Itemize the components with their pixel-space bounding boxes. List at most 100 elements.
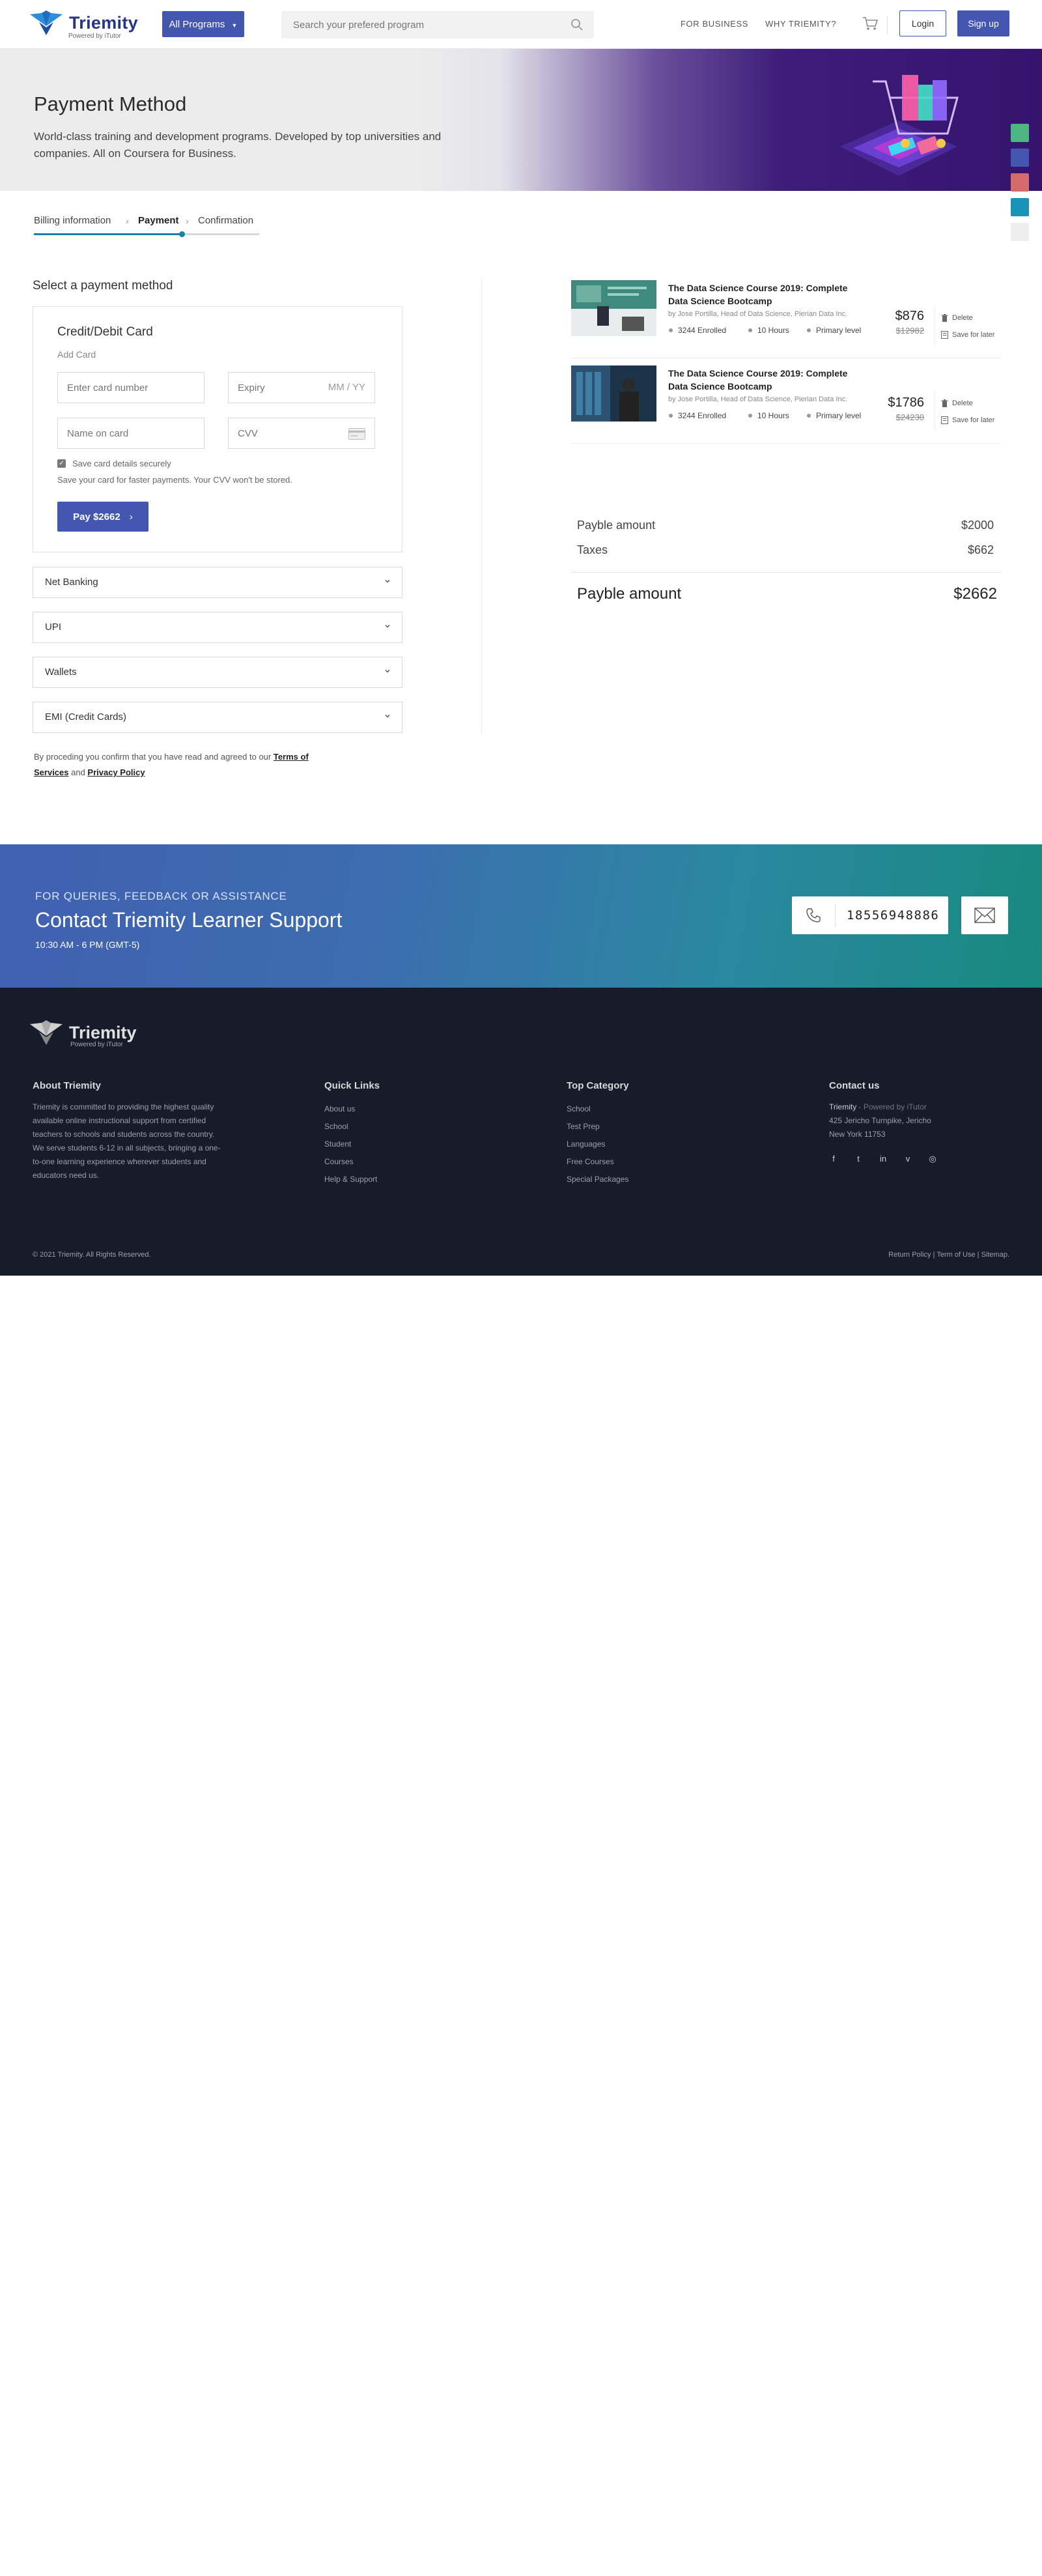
course-price: $876	[895, 309, 925, 323]
facebook-icon[interactable]: f	[829, 1154, 838, 1164]
save-card-label: Save card details securely	[72, 459, 171, 468]
course-level: Primary level	[807, 326, 861, 335]
swatch-blue[interactable]	[1011, 149, 1029, 167]
method-wallets[interactable]: Wallets	[33, 657, 402, 688]
support-email-button[interactable]	[961, 896, 1008, 934]
linkedin-icon[interactable]: in	[879, 1154, 888, 1164]
step-payment[interactable]: Payment	[138, 215, 179, 226]
copyright: © 2021 Triemity. All Rights Reserved.	[33, 1251, 151, 1259]
swatch-red[interactable]	[1011, 173, 1029, 192]
course-title[interactable]: The Data Science Course 2019: Complete D…	[668, 367, 857, 393]
footer-link-help[interactable]: Help & Support	[324, 1171, 380, 1188]
method-upi[interactable]: UPI	[33, 612, 402, 643]
course-price: $1786	[888, 395, 924, 410]
swatch-light[interactable]	[1011, 223, 1029, 241]
footer-cat-school[interactable]: School	[567, 1100, 629, 1118]
page-title: Payment Method	[34, 93, 187, 115]
course-thumbnail[interactable]	[571, 365, 656, 422]
swatch-teal[interactable]	[1011, 198, 1029, 216]
search-input[interactable]	[281, 11, 555, 38]
name-on-card-field[interactable]	[57, 418, 204, 449]
name-on-card-input[interactable]	[58, 418, 204, 448]
support-phone-button[interactable]: 18556948886	[792, 896, 948, 934]
footer-link-school[interactable]: School	[324, 1118, 380, 1136]
footer-cat-test-prep[interactable]: Test Prep	[567, 1118, 629, 1136]
taxes-label: Taxes	[577, 543, 608, 556]
login-button[interactable]: Login	[899, 10, 946, 36]
bookmark-icon	[941, 331, 948, 339]
chevron-down-icon	[385, 669, 390, 673]
chevron-right-icon: ›	[186, 216, 189, 226]
twitter-icon[interactable]: t	[854, 1154, 863, 1164]
footer-top-heading: Top Category	[567, 1080, 629, 1091]
course-level: Primary level	[807, 411, 861, 420]
signup-button[interactable]: Sign up	[957, 10, 1009, 36]
course-title[interactable]: The Data Science Course 2019: Complete D…	[668, 281, 857, 308]
delete-label: Delete	[952, 314, 973, 322]
instagram-icon[interactable]: ◎	[928, 1154, 937, 1164]
expiry-field[interactable]: MM / YY	[228, 372, 375, 403]
total-label: Payble amount	[577, 585, 682, 603]
card-icon	[348, 428, 365, 440]
vimeo-icon[interactable]: v	[903, 1154, 912, 1164]
card-number-field[interactable]	[57, 372, 204, 403]
method-emi[interactable]: EMI (Credit Cards)	[33, 702, 402, 733]
delete-button[interactable]: Delete	[941, 314, 973, 322]
cvv-field[interactable]	[228, 418, 375, 449]
step-billing[interactable]: Billing information	[34, 215, 111, 226]
support-kicker: FOR QUERIES, FEEDBACK OR ASSISTANCE	[35, 890, 287, 902]
steps-progress-dot	[178, 231, 185, 237]
save-later-label: Save for later	[952, 416, 995, 424]
cart-item: The Data Science Course 2019: Complete D…	[571, 280, 1001, 358]
swatch-green[interactable]	[1011, 124, 1029, 142]
contact-name: Triemity	[829, 1102, 857, 1111]
phone-divider	[835, 904, 836, 926]
payable-label: Payble amount	[577, 519, 656, 532]
chevron-down-icon	[385, 624, 390, 628]
enrolled-text: 3244 Enrolled	[678, 326, 727, 335]
method-label: Wallets	[45, 666, 77, 678]
save-for-later-button[interactable]: Save for later	[941, 331, 994, 339]
contact-powered: - Powered by iTutor	[856, 1102, 927, 1111]
site-footer: Triemity Powered by iTutor About Triemit…	[0, 988, 1042, 1276]
steps-progress-fill	[34, 233, 182, 235]
nav-for-business[interactable]: FOR BUSINESS	[681, 19, 748, 29]
save-card-checkbox[interactable]: ✓	[57, 459, 66, 468]
footer-contact: Contact us Triemity - Powered by iTutor …	[829, 1080, 959, 1164]
pay-button[interactable]: Pay $2662 ›	[57, 502, 148, 532]
column-divider	[481, 279, 482, 735]
save-card-checkbox-row[interactable]: ✓ Save card details securely	[57, 459, 171, 468]
nav-why-triemity[interactable]: WHY TRIEMITY?	[765, 19, 836, 29]
footer-legal-links[interactable]: Return Policy | Term of Use | Sitemap.	[888, 1251, 1009, 1259]
bullet-icon	[669, 414, 673, 418]
top-header: Triemity Powered by iTutor All Programs …	[0, 0, 1042, 49]
footer-quick-heading: Quick Links	[324, 1080, 380, 1091]
footer-link-about[interactable]: About us	[324, 1100, 380, 1118]
footer-link-student[interactable]: Student	[324, 1136, 380, 1153]
footer-cat-free-courses[interactable]: Free Courses	[567, 1153, 629, 1171]
level-text: Primary level	[816, 326, 862, 335]
search-icon[interactable]	[570, 18, 584, 31]
all-programs-button[interactable]: All Programs ▼	[162, 11, 244, 37]
save-for-later-button[interactable]: Save for later	[941, 416, 994, 424]
step-confirmation[interactable]: Confirmation	[198, 215, 253, 226]
search-bar[interactable]	[281, 11, 594, 38]
bookmark-icon	[941, 416, 948, 424]
method-net-banking[interactable]: Net Banking	[33, 567, 402, 598]
card-number-input[interactable]	[58, 373, 204, 403]
support-hours: 10:30 AM - 6 PM (GMT-5)	[35, 939, 140, 950]
chevron-right-icon: ›	[129, 511, 133, 522]
card-payment-panel: Credit/Debit Card Add Card MM / YY ✓ Sav…	[33, 306, 402, 552]
footer-cat-special-packages[interactable]: Special Packages	[567, 1171, 629, 1188]
footer-link-courses[interactable]: Courses	[324, 1153, 380, 1171]
social-links: f t in v ◎	[829, 1154, 959, 1164]
bullet-icon	[748, 328, 752, 332]
summary-payable-row: Payble amount $2000	[577, 519, 994, 532]
trash-icon	[941, 314, 948, 322]
delete-button[interactable]: Delete	[941, 399, 973, 407]
course-thumbnail[interactable]	[571, 280, 656, 336]
privacy-policy-link[interactable]: Privacy Policy	[87, 767, 145, 777]
cart-icon[interactable]	[861, 14, 879, 33]
footer-cat-languages[interactable]: Languages	[567, 1136, 629, 1153]
footer-about-heading: About Triemity	[33, 1080, 102, 1091]
